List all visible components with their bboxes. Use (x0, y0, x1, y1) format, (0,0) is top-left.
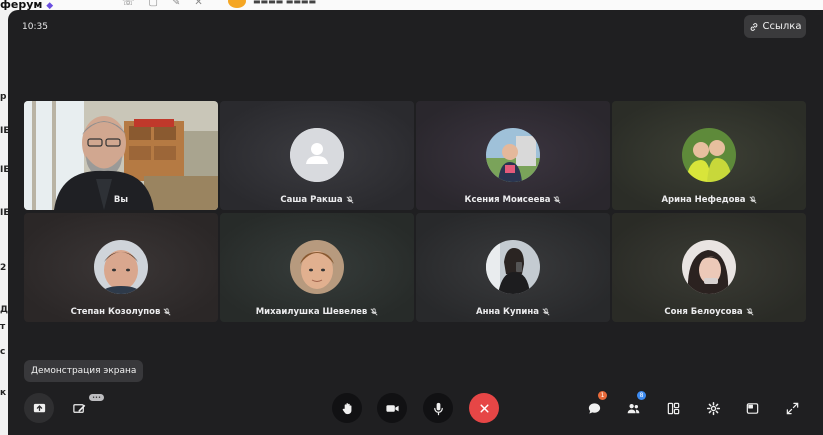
chat-unread-badge: 1 (598, 391, 607, 400)
mic-off-icon (553, 196, 561, 204)
participants-count-badge: 8 (637, 391, 646, 400)
phone-icon: ☏ (122, 0, 149, 8)
participant-name: Вы (113, 195, 129, 205)
participant-tile[interactable]: Саша Ракша (220, 101, 414, 210)
background-toolbar-icons: ☏▢✎✕ (122, 0, 217, 8)
background-left-letter: IE (0, 208, 10, 218)
participant-name: Михаилушка Шевелев (220, 307, 414, 317)
layout-button[interactable] (658, 393, 688, 423)
archive-icon: ▢ (148, 0, 172, 8)
self-camera-video (24, 101, 218, 210)
mic-off-icon (542, 308, 550, 316)
participant-tile[interactable]: Михаилушка Шевелев (220, 213, 414, 322)
background-left-letter: т (0, 322, 6, 332)
participant-avatar (682, 240, 736, 294)
participant-name: Саша Ракша (220, 195, 414, 205)
gear-icon (706, 401, 720, 415)
participant-name: Анна Купина (416, 307, 610, 317)
camera-toggle-button[interactable] (377, 393, 407, 423)
background-left-letter: р (0, 92, 7, 102)
camera-icon (385, 404, 399, 412)
background-left-letter: IE (0, 126, 10, 136)
mic-off-icon (370, 308, 378, 316)
link-icon (750, 22, 757, 31)
raise-hand-button[interactable] (332, 393, 362, 423)
copy-link-button[interactable]: Ссылка (744, 15, 806, 38)
mic-off-icon (163, 308, 171, 316)
hand-icon (342, 402, 351, 414)
participant-tile[interactable]: Анна Купина (416, 213, 610, 322)
chat-button[interactable]: 1 (579, 391, 609, 423)
picture-in-picture-icon (746, 402, 758, 414)
background-chat-name: ▬▬▬▬ ▬▬▬▬ (253, 0, 317, 6)
close-icon (479, 403, 489, 413)
microphone-icon (433, 402, 443, 415)
mic-off-icon (346, 196, 354, 204)
participant-avatar (682, 128, 736, 182)
background-left-letter: IE (0, 165, 10, 175)
participant-name: Соня Белоусова (612, 307, 806, 317)
background-left-letter: 2 (0, 263, 7, 273)
copy-link-label: Ссылка (762, 21, 802, 32)
participant-tile[interactable]: Соня Белоусова (612, 213, 806, 322)
participant-name: Арина Нефедова (612, 195, 806, 205)
end-call-button[interactable] (469, 393, 499, 423)
background-left-letter: к (0, 388, 7, 398)
participants-button[interactable]: 8 (618, 391, 648, 423)
background-left-letter: Д (0, 305, 9, 315)
participant-avatar (486, 240, 540, 294)
screen-share-button[interactable] (24, 393, 54, 423)
fullscreen-button[interactable] (777, 393, 807, 423)
call-clock: 10:35 (22, 22, 48, 32)
participant-avatar (290, 128, 344, 182)
board-edit-icon (72, 403, 85, 413)
grid-layout-icon (667, 402, 679, 414)
participant-name: Ксения Моисеева (416, 195, 610, 205)
participant-name: Степан Козолупов (24, 307, 218, 317)
video-call-window: 10:35 Ссылка Вы Саша Ракша Ксения Моисее… (8, 10, 823, 435)
participant-avatar (94, 240, 148, 294)
mic-off-icon (749, 196, 757, 204)
picture-in-picture-button[interactable] (737, 393, 767, 423)
screen-share-tooltip: Демонстрация экрана (24, 360, 144, 382)
settings-button[interactable] (698, 393, 728, 423)
close-icon: ✕ (194, 0, 217, 8)
people-icon (627, 403, 639, 413)
chat-icon (588, 402, 600, 414)
compose-icon: ✎ (171, 0, 195, 8)
participant-tile[interactable]: Арина Нефедова (612, 101, 806, 210)
default-user-icon (290, 128, 344, 182)
participant-tile-self[interactable]: Вы (24, 101, 218, 210)
background-left-letter: с (0, 347, 6, 357)
mic-off-icon (746, 308, 754, 316)
participant-avatar (486, 128, 540, 182)
participant-tile[interactable]: Ксения Моисеева (416, 101, 610, 210)
screen-share-icon (33, 403, 45, 412)
expand-icon (786, 402, 798, 414)
participants-grid: Вы Саша Ракша Ксения Моисеева Арина Нефе… (24, 101, 806, 323)
microphone-toggle-button[interactable] (423, 393, 453, 423)
beta-badge: ••• (89, 394, 104, 401)
participant-avatar (290, 240, 344, 294)
participant-tile[interactable]: Степан Козолупов (24, 213, 218, 322)
